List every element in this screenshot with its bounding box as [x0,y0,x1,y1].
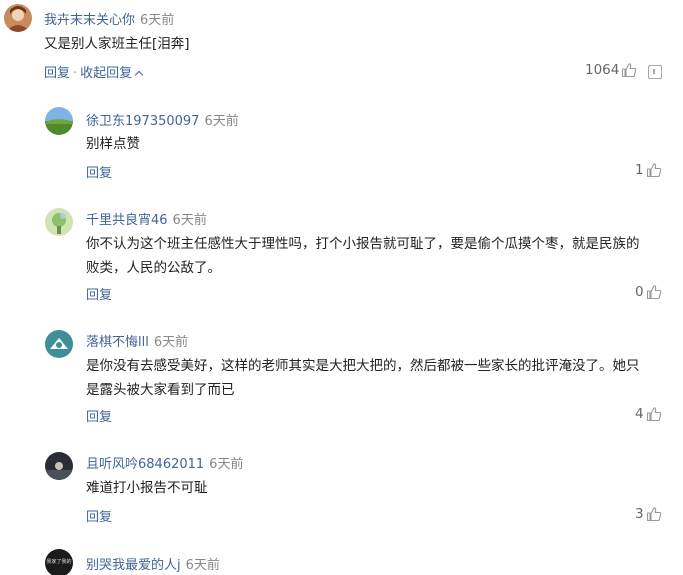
comment-actions: 回复 [86,406,112,425]
comment-time: 6天前 [172,213,207,228]
like-button[interactable]: 4 [635,406,662,422]
avatar[interactable] [45,107,73,135]
comment-username[interactable]: 且听风吟68462011 6天前 [86,453,243,472]
comment-text: 难道打小报告不可耻 [86,480,208,496]
thumbs-up-icon [646,285,661,300]
like-button[interactable]: 0 [635,284,662,300]
comment-actions: 回复 [86,506,112,525]
like-button[interactable]: 1064 [585,62,637,78]
reply-button[interactable]: 回复 [86,510,112,525]
comment-time: 6天前 [209,457,244,472]
comment-time: 6天前 [204,114,239,129]
comment-text-line-1: 是你没有去感受美好，这样的老师其实是大把大把的，然后都被一些家长的批评淹没了。她… [86,358,640,374]
thumbs-up-icon [646,507,661,522]
comment-time: 6天前 [185,558,220,573]
comment-actions: 回复 [86,162,112,181]
comment-text-line-1: 你不认为这个班主任感性大于理性吗，打个小报告就可耻了，要是偷个瓜摸个枣，就是民族… [86,236,640,252]
like-count: 1 [635,162,644,178]
reply-button[interactable]: 回复 [86,166,112,181]
username-text[interactable]: 我卉末末关心你 [44,13,135,28]
reply-button[interactable]: 回复 [44,66,70,81]
report-icon[interactable] [648,65,662,79]
like-button[interactable]: 3 [635,506,662,522]
comment-text: 别样点赞 [86,136,140,152]
comment-text: 又是别人家班主任[泪奔] [44,36,190,52]
comment-username[interactable]: 落棋不悔lll 6天前 [86,331,188,350]
comment-actions: 回复 · 收起回复 [44,62,144,81]
avatar[interactable]: 我家了我的 [45,549,73,575]
thumbs-up-icon [646,163,661,178]
username-text[interactable]: 徐卫东197350097 [86,114,199,129]
thumbs-up-icon [622,63,637,78]
thumbs-up-icon [646,407,661,422]
comment-text-line-2: 是露头被大家看到了而已 [86,382,235,398]
username-text[interactable]: 千里共良宵46 [86,213,168,228]
comment-time: 6天前 [140,13,175,28]
like-count: 3 [635,506,644,522]
reply-button[interactable]: 回复 [86,410,112,425]
avatar[interactable] [45,452,73,480]
username-text[interactable]: 落棋不悔lll [86,335,149,350]
collapse-label: 收起回复 [80,66,133,81]
comment-time: 6天前 [153,335,189,350]
avatar-text: 我家了我的 [46,559,72,565]
username-text[interactable]: 别哭我最爱的人j [86,558,181,573]
like-count: 4 [635,406,644,422]
comment-username[interactable]: 徐卫东197350097 6天前 [86,110,239,129]
username-text[interactable]: 且听风吟68462011 [86,457,204,472]
like-count: 1064 [585,62,620,78]
comment-actions: 回复 [86,284,112,303]
avatar[interactable] [45,208,73,236]
separator: · [73,66,78,81]
comment-text-line-2: 败类，人民的公敌了。 [86,260,221,276]
avatar[interactable] [4,4,32,32]
avatar[interactable] [45,330,73,358]
like-count: 0 [635,284,644,300]
comment-username[interactable]: 千里共良宵46 6天前 [86,209,207,228]
collapse-replies-button[interactable]: 收起回复 [80,66,144,81]
reply-button[interactable]: 回复 [86,288,112,303]
like-button[interactable]: 1 [635,162,662,178]
comment-username[interactable]: 别哭我最爱的人j 6天前 [86,554,220,573]
chevron-up-icon [134,70,144,80]
comment-username[interactable]: 我卉末末关心你 6天前 [44,9,174,28]
